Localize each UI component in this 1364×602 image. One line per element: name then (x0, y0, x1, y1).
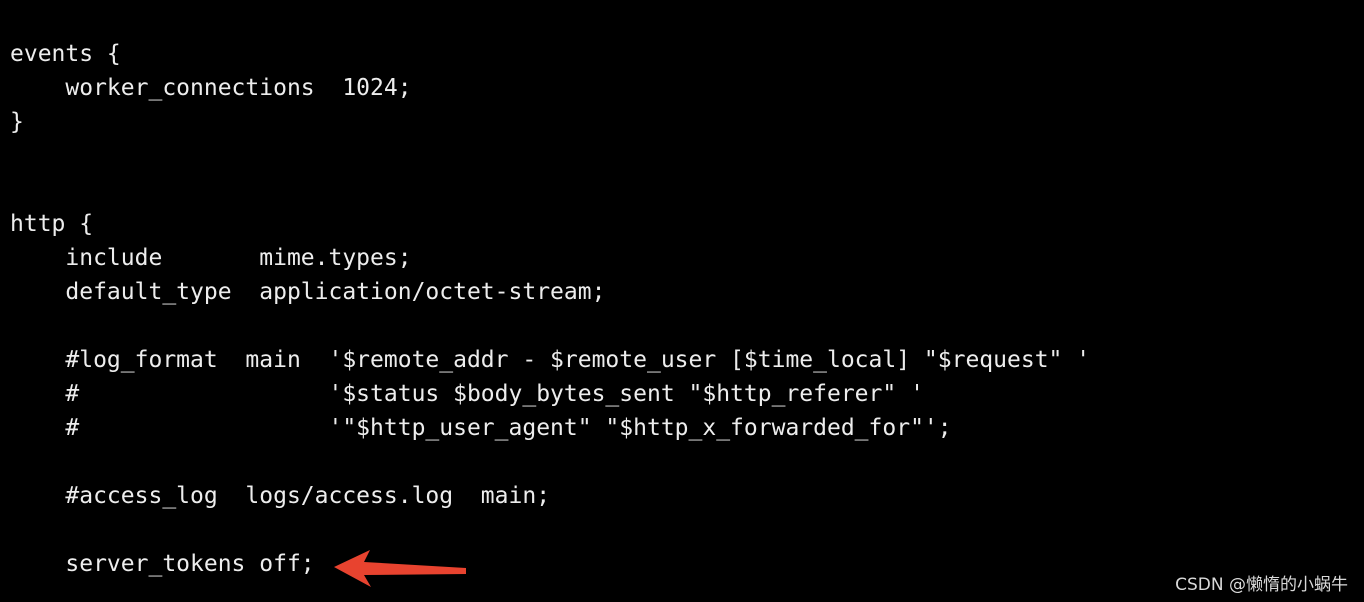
code-line: http { (10, 211, 94, 237)
code-line: default_type application/octet-stream; (10, 279, 606, 305)
code-line: # '"$http_user_agent" "$http_x_forwarded… (10, 415, 952, 441)
code-line-server-tokens: server_tokens off; (10, 551, 315, 577)
code-line: # '$status $body_bytes_sent "$http_refer… (10, 381, 924, 407)
code-line: } (10, 109, 24, 135)
code-line: worker_connections 1024; (10, 75, 412, 101)
code-line: include mime.types; (10, 245, 412, 271)
code-line: #access_log logs/access.log main; (10, 483, 551, 509)
terminal-window: events { worker_connections 1024; } http… (0, 0, 1364, 602)
watermark: CSDN @懒惰的小蜗牛 (1175, 575, 1348, 595)
code-line: events { (10, 41, 121, 67)
arrow-left-icon (334, 550, 466, 587)
code-line: #log_format main '$remote_addr - $remote… (10, 347, 1091, 373)
